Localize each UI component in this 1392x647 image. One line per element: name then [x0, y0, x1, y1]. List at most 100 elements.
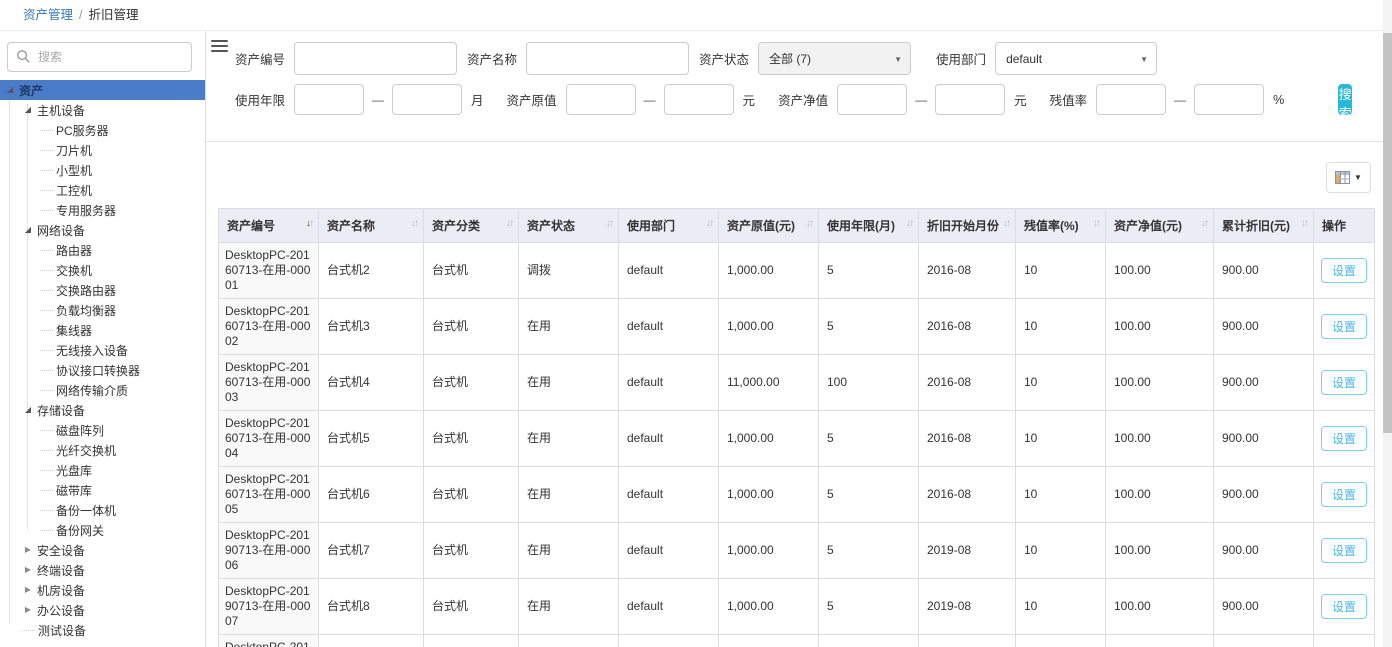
- tree-item[interactable]: 光纤交换机: [0, 440, 205, 460]
- table-row: DesktopPC-20190713-在用-00007台式机8台式机在用defa…: [219, 579, 1375, 635]
- sort-asc-icon[interactable]: ↑: [1204, 218, 1207, 229]
- original-value-min-input[interactable]: [566, 84, 636, 115]
- tree-item[interactable]: 协议接口转换器: [0, 360, 205, 380]
- tree-item[interactable]: ◢资产: [0, 80, 205, 100]
- tree-item[interactable]: 路由器: [0, 240, 205, 260]
- column-header-residual_rate[interactable]: 残值率(%)↓↑: [1016, 209, 1106, 243]
- useful-life-max-input[interactable]: [392, 84, 462, 115]
- column-header-original_value[interactable]: 资产原值(元)↓↑: [719, 209, 819, 243]
- tree-item[interactable]: 刀片机: [0, 140, 205, 160]
- settings-button[interactable]: 设置: [1321, 258, 1367, 283]
- net-value-min-input[interactable]: [837, 84, 907, 115]
- sort-icons[interactable]: ↓↑: [306, 218, 312, 229]
- sort-icons[interactable]: ↓↑: [806, 218, 812, 229]
- sort-asc-icon[interactable]: ↑: [309, 218, 312, 229]
- tree-item[interactable]: 集线器: [0, 320, 205, 340]
- sort-asc-icon[interactable]: ↑: [909, 218, 912, 229]
- column-header-name[interactable]: 资产名称↓↑: [319, 209, 424, 243]
- asset-code-input[interactable]: [294, 42, 457, 75]
- sort-icons[interactable]: ↓↑: [706, 218, 712, 229]
- tree-item[interactable]: 工控机: [0, 180, 205, 200]
- cell-start_month: 2019-08: [919, 579, 1016, 635]
- sort-icons[interactable]: ↓↑: [906, 218, 912, 229]
- tree-item[interactable]: 光盘库: [0, 460, 205, 480]
- net-value-max-input[interactable]: [935, 84, 1005, 115]
- tree-item[interactable]: 磁盘阵列: [0, 420, 205, 440]
- residual-rate-min-input[interactable]: [1096, 84, 1166, 115]
- tree-item[interactable]: ▶安全设备: [0, 540, 205, 560]
- tree-item[interactable]: 专用服务器: [0, 200, 205, 220]
- sort-icons[interactable]: ↓↑: [606, 218, 612, 229]
- dept-select[interactable]: default ▼: [995, 42, 1157, 75]
- breadcrumb-link-asset-management[interactable]: 资产管理: [23, 8, 73, 22]
- sort-icons[interactable]: ↓↑: [506, 218, 512, 229]
- settings-button[interactable]: 设置: [1321, 426, 1367, 451]
- settings-button[interactable]: 设置: [1321, 370, 1367, 395]
- columns-button[interactable]: ▼: [1326, 162, 1371, 193]
- tree-item[interactable]: 无线接入设备: [0, 340, 205, 360]
- column-header-category[interactable]: 资产分类↓↑: [424, 209, 519, 243]
- expand-node-icon[interactable]: ▶: [22, 565, 34, 575]
- tree-item[interactable]: 测试设备: [0, 620, 205, 640]
- settings-button[interactable]: 设置: [1321, 482, 1367, 507]
- settings-button[interactable]: 设置: [1321, 594, 1367, 619]
- collapse-node-icon[interactable]: ◢: [22, 405, 34, 415]
- tree-item[interactable]: ▶办公设备: [0, 600, 205, 620]
- sort-asc-icon[interactable]: ↑: [509, 218, 512, 229]
- settings-button[interactable]: 设置: [1321, 314, 1367, 339]
- column-header-code[interactable]: 资产编号↓↑: [219, 209, 319, 243]
- residual-rate-max-input[interactable]: [1194, 84, 1264, 115]
- search-button[interactable]: 搜索: [1338, 84, 1352, 115]
- column-header-accumulated_depreciation[interactable]: 累计折旧(元)↓↑: [1214, 209, 1314, 243]
- tree-item[interactable]: 交换机: [0, 260, 205, 280]
- tree-item[interactable]: 备份网关: [0, 520, 205, 540]
- sort-icons[interactable]: ↓↑: [1003, 218, 1009, 229]
- tree-item[interactable]: ▶机房设备: [0, 580, 205, 600]
- useful-life-min-input[interactable]: [294, 84, 364, 115]
- collapse-node-icon[interactable]: ◢: [22, 225, 34, 235]
- sort-asc-icon[interactable]: ↑: [709, 218, 712, 229]
- tree-item[interactable]: ▶终端设备: [0, 560, 205, 580]
- sort-asc-icon[interactable]: ↑: [414, 218, 417, 229]
- collapse-node-icon[interactable]: ◢: [22, 105, 34, 115]
- tree-item[interactable]: PC服务器: [0, 120, 205, 140]
- column-header-net_value[interactable]: 资产净值(元)↓↑: [1106, 209, 1214, 243]
- scrollbar-thumb[interactable]: [1383, 33, 1392, 433]
- column-header-dept[interactable]: 使用部门↓↑: [619, 209, 719, 243]
- expand-node-icon[interactable]: ▶: [22, 585, 34, 595]
- menu-toggle-icon[interactable]: [211, 40, 228, 53]
- expand-node-icon[interactable]: ▶: [22, 605, 34, 615]
- tree-item[interactable]: 网络传输介质: [0, 380, 205, 400]
- tree-item[interactable]: 备份一体机: [0, 500, 205, 520]
- sidebar-search-input[interactable]: [7, 42, 192, 72]
- sort-asc-icon[interactable]: ↑: [809, 218, 812, 229]
- collapse-node-icon[interactable]: ◢: [4, 85, 16, 95]
- asset-status-select[interactable]: 全部 (7) ▼: [758, 42, 911, 75]
- scrollbar-track[interactable]: [1383, 0, 1392, 647]
- sort-asc-icon[interactable]: ↑: [1006, 218, 1009, 229]
- tree-item[interactable]: ◢存储设备: [0, 400, 205, 420]
- tree-item[interactable]: 小型机: [0, 160, 205, 180]
- expand-node-icon[interactable]: ▶: [22, 545, 34, 555]
- sort-icons[interactable]: ↓↑: [1301, 218, 1307, 229]
- tree-item[interactable]: 负载均衡器: [0, 300, 205, 320]
- cell-original_value: 1,000.00: [719, 243, 819, 299]
- tree-item[interactable]: ◢网络设备: [0, 220, 205, 240]
- column-header-start_month[interactable]: 折旧开始月份↓↑: [919, 209, 1016, 243]
- tree-item[interactable]: 磁带库: [0, 480, 205, 500]
- settings-button[interactable]: 设置: [1321, 538, 1367, 563]
- sort-icons[interactable]: ↓↑: [411, 218, 417, 229]
- column-header-useful_life[interactable]: 使用年限(月)↓↑: [819, 209, 919, 243]
- original-value-max-input[interactable]: [664, 84, 734, 115]
- sort-asc-icon[interactable]: ↑: [1304, 218, 1307, 229]
- tree-item[interactable]: 交换路由器: [0, 280, 205, 300]
- sort-icons[interactable]: ↓↑: [1201, 218, 1207, 229]
- column-header-status[interactable]: 资产状态↓↑: [519, 209, 619, 243]
- original-value-label: 资产原值: [507, 90, 557, 109]
- sort-asc-icon[interactable]: ↑: [1096, 218, 1099, 229]
- cell-dept: default: [619, 467, 719, 523]
- sort-asc-icon[interactable]: ↑: [609, 218, 612, 229]
- sort-icons[interactable]: ↓↑: [1093, 218, 1099, 229]
- asset-name-input[interactable]: [526, 42, 689, 75]
- tree-item[interactable]: ◢主机设备: [0, 100, 205, 120]
